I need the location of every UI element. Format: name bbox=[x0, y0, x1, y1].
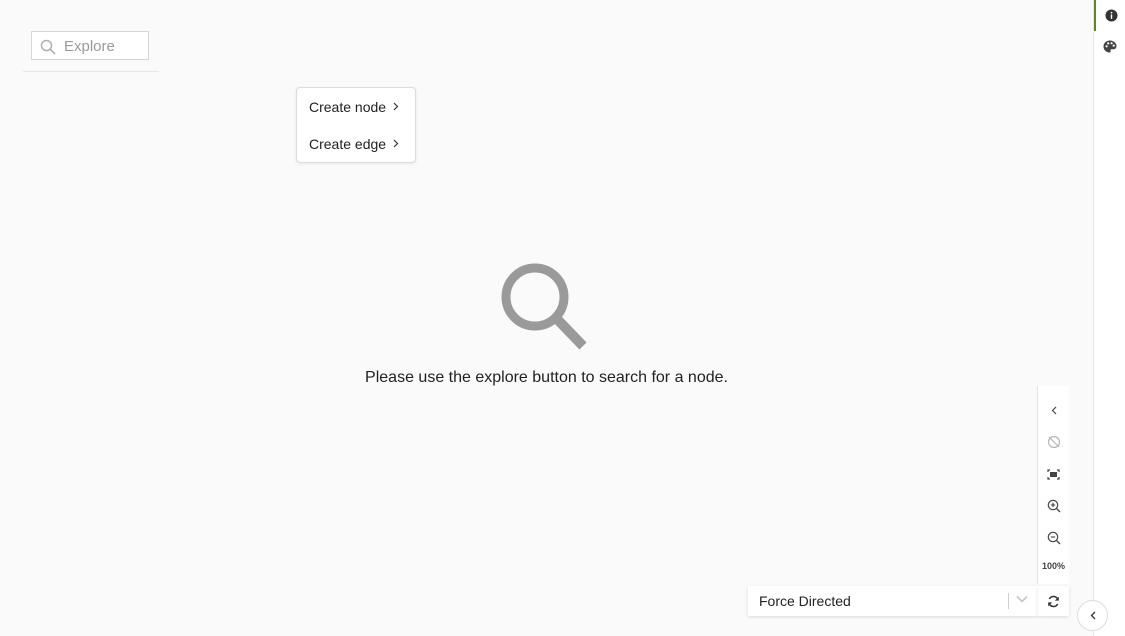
collapse-sidebar-button[interactable] bbox=[1077, 600, 1108, 631]
chevron-down-icon[interactable] bbox=[1016, 595, 1028, 603]
create-node-label: Create node bbox=[309, 98, 387, 115]
create-node-menu-item[interactable]: Create node bbox=[297, 88, 415, 125]
layout-selected-value: Force Directed bbox=[759, 593, 851, 609]
explore-input[interactable] bbox=[64, 36, 144, 56]
chevron-left-icon bbox=[1051, 406, 1056, 414]
create-edge-label: Create edge bbox=[309, 135, 387, 152]
empty-state-message: Please use the explore button to search … bbox=[365, 369, 728, 386]
chevron-left-icon bbox=[1090, 611, 1095, 620]
zoom-in-button[interactable] bbox=[1038, 490, 1069, 522]
zoom-in-icon bbox=[1047, 499, 1060, 513]
zoom-toolbar: 100% bbox=[1037, 386, 1069, 584]
refresh-icon bbox=[1048, 595, 1059, 607]
create-edge-menu-item[interactable]: Create edge bbox=[297, 125, 415, 162]
context-menu: Create node Create edge bbox=[296, 87, 416, 163]
info-panel-button[interactable] bbox=[1094, 0, 1125, 31]
zoom-level: 100% bbox=[1041, 561, 1066, 571]
explore-search-box[interactable] bbox=[31, 31, 149, 60]
style-panel-button[interactable] bbox=[1094, 31, 1125, 62]
search-icon bbox=[40, 39, 56, 55]
hide-button[interactable] bbox=[1038, 426, 1069, 458]
search-icon bbox=[501, 263, 587, 350]
collapse-toolbar-button[interactable] bbox=[1038, 394, 1069, 426]
refresh-layout-button[interactable] bbox=[1038, 586, 1069, 616]
hide-icon bbox=[1047, 435, 1060, 449]
fit-view-icon bbox=[1047, 468, 1060, 480]
explore-panel bbox=[23, 24, 159, 72]
fit-view-button[interactable] bbox=[1038, 458, 1069, 490]
right-sidebar bbox=[1093, 0, 1125, 636]
select-separator bbox=[1008, 593, 1009, 609]
graph-canvas[interactable]: Create node Create edge Please use the e… bbox=[0, 0, 1093, 636]
chevron-right-icon bbox=[393, 139, 399, 148]
info-icon bbox=[1105, 9, 1117, 22]
zoom-out-icon bbox=[1047, 531, 1060, 545]
zoom-out-button[interactable] bbox=[1038, 522, 1069, 554]
chevron-right-icon bbox=[393, 102, 399, 111]
layout-select[interactable]: Force Directed bbox=[748, 586, 1038, 616]
palette-icon bbox=[1103, 40, 1117, 53]
